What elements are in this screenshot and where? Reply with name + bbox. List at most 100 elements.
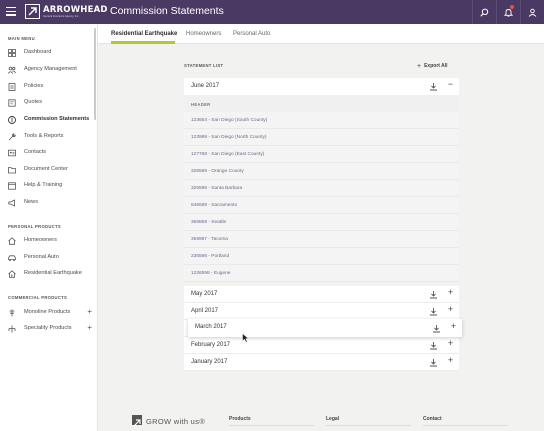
sidebar-item-tools-reports[interactable]: Tools & Reports (0, 129, 97, 145)
notification-badge (510, 5, 514, 9)
page-title: Commission Statements (110, 5, 224, 17)
month-row[interactable]: January 2017 + (184, 354, 459, 371)
sidebar-item-label: Homeowners (24, 237, 57, 243)
home-icon (8, 237, 16, 245)
sidebar-item-personal-auto[interactable]: Personal Auto (0, 250, 97, 266)
sidebar-item-label: Agency Management (24, 66, 77, 72)
sidebar-item-residential-earthquake[interactable]: Residential Earthquake (0, 266, 97, 282)
statement-link[interactable]: 326598 - Santa Barbara (191, 186, 242, 191)
monoline-icon (9, 309, 15, 317)
statement-row[interactable]: 326598 - Santa Barbara (184, 180, 459, 197)
month-label: February 2017 (191, 342, 231, 348)
statement-row[interactable]: 326598 - Orange County (184, 163, 459, 180)
month-row-expanded[interactable]: June 2017 − (184, 78, 459, 95)
sidebar-item-label: Tools & Reports (24, 133, 64, 139)
divider (423, 425, 508, 426)
statement-row[interactable]: 546589 - Sacramento (184, 197, 459, 214)
sidebar-item-label: Residential Earthquake (24, 270, 82, 276)
divider (326, 425, 411, 426)
tab-residential-earthquake[interactable]: Residential Earthquake (111, 31, 177, 37)
product-tabs: Residential Earthquake Homeowners Person… (98, 24, 544, 44)
statement-row[interactable]: 1236598 - Eugene (184, 265, 459, 282)
policies-icon (8, 83, 16, 91)
statement-row[interactable]: 359987 - Tacoma (184, 231, 459, 248)
statement-link[interactable]: 123999 - San Diego (North County) (191, 135, 266, 140)
statement-row[interactable]: 236598 - Portland (184, 248, 459, 265)
tab-homeowners[interactable]: Homeowners (186, 31, 221, 37)
sidebar-item-agency-management[interactable]: Agency Management (0, 62, 97, 78)
sidebar-item-label: News (24, 199, 38, 205)
sidebar-item-document-center[interactable]: Document Center (0, 162, 97, 178)
header-label: HEADER (191, 102, 211, 107)
user-icon[interactable] (520, 0, 544, 24)
hamburger-menu-icon[interactable] (6, 7, 16, 16)
expand-icon[interactable]: + (87, 323, 92, 332)
statement-link[interactable]: 127768 - San Diego (East County) (191, 152, 264, 157)
logo-subtext: General Insurance Agency, Inc. (43, 15, 79, 18)
expand-icon[interactable]: + (446, 287, 455, 297)
statement-link[interactable]: 359987 - Tacoma (191, 237, 228, 242)
month-label: January 2017 (191, 359, 228, 365)
export-all-label: Export All (424, 63, 448, 69)
dollar-icon (8, 116, 16, 124)
month-row-inner[interactable]: February 2017 + (184, 337, 459, 354)
month-row[interactable]: May 2017 + (184, 286, 459, 303)
grow-with-us: GROW with us® (146, 417, 206, 426)
export-all-button[interactable]: + Export All (417, 62, 448, 70)
active-tab-indicator (111, 41, 175, 44)
sidebar-item-news[interactable]: News (0, 195, 97, 211)
sidebar-item-speciality-products[interactable]: Speciality Products + (0, 321, 97, 337)
sidebar-item-label: Quotes (24, 99, 43, 105)
statement-row[interactable]: 369859 - Seattle (184, 214, 459, 231)
sidebar-item-dashboard[interactable]: Dashboard (0, 45, 97, 61)
month-label: May 2017 (191, 291, 218, 297)
bell-icon[interactable] (496, 0, 520, 24)
sidebar-item-commission-statements[interactable]: Commission Statements (0, 112, 97, 128)
sidebar-item-homeowners[interactable]: Homeowners (0, 233, 97, 249)
statement-link[interactable]: 326598 - Orange County (191, 169, 244, 174)
statement-row[interactable]: 127768 - San Diego (East County) (184, 146, 459, 163)
expand-icon[interactable]: + (446, 304, 455, 314)
search-icon[interactable] (472, 0, 496, 24)
tab-personal-auto[interactable]: Personal Auto (233, 31, 270, 37)
statement-link[interactable]: 546589 - Sacramento (191, 203, 237, 208)
megaphone-icon (8, 199, 15, 207)
statement-row[interactable]: 123654 - San Diego (South County) (184, 112, 459, 129)
sidebar-item-label: Dashboard (24, 49, 52, 55)
month-row-dragging[interactable]: March 2017 + (188, 319, 462, 337)
download-icon[interactable] (429, 358, 438, 367)
main-menu-heading: MAIN MENU (8, 36, 35, 41)
statement-link[interactable]: 236598 - Portland (191, 254, 229, 259)
month-row-inner[interactable]: May 2017 + (184, 286, 459, 303)
download-icon[interactable] (429, 341, 438, 350)
month-row-inner[interactable]: April 2017 + (184, 303, 459, 320)
download-icon[interactable] (429, 307, 438, 316)
download-icon[interactable] (429, 290, 438, 299)
expand-icon[interactable]: + (87, 307, 92, 316)
sidebar-item-help-training[interactable]: Help & Training (0, 178, 97, 194)
collapse-icon[interactable]: − (446, 79, 455, 89)
sidebar-item-monoline-products[interactable]: Monoline Products + (0, 305, 97, 321)
arrowhead-logo[interactable]: ARROWHEAD General Insurance Agency, Inc. (25, 4, 107, 20)
sidebar-item-policies[interactable]: Policies (0, 79, 97, 95)
expand-icon[interactable]: + (446, 338, 455, 348)
expand-icon[interactable]: + (446, 355, 455, 365)
sidebar-item-contacts[interactable]: Contacts (0, 145, 97, 161)
expand-icon[interactable]: + (449, 321, 458, 331)
sidebar-item-quotes[interactable]: Quotes (0, 95, 97, 111)
statement-link[interactable]: 1236598 - Eugene (191, 271, 230, 276)
statement-link[interactable]: 123654 - San Diego (South County) (191, 118, 267, 123)
sidebar-item-label: Document Center (24, 166, 68, 172)
statement-link[interactable]: 369859 - Seattle (191, 220, 226, 225)
month-row[interactable]: February 2017 + (184, 337, 459, 354)
dashboard-icon (8, 49, 16, 57)
footer: GROW with us® Products Legal Contact (98, 404, 544, 431)
download-icon[interactable] (432, 324, 441, 333)
personal-products-heading: PERSONAL PRODUCTS (8, 224, 61, 229)
top-bar: ARROWHEAD General Insurance Agency, Inc.… (0, 0, 544, 24)
footer-products-heading: Products (229, 416, 251, 422)
download-icon[interactable] (429, 82, 438, 91)
month-row-inner[interactable]: January 2017 + (184, 354, 459, 371)
month-row[interactable]: April 2017 + (184, 303, 459, 320)
statement-row[interactable]: 123999 - San Diego (North County) (184, 129, 459, 146)
